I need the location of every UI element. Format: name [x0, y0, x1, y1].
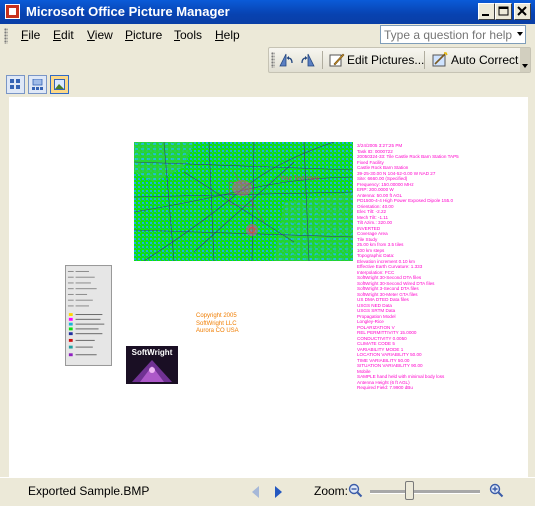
report-line: PD1500-4-4 High Power Exposed Dipole 155… [357, 198, 454, 203]
ask-question-input[interactable] [381, 26, 512, 43]
menu-file[interactable]: File [21, 28, 40, 42]
map-legend-image [65, 265, 112, 366]
maximize-button[interactable] [495, 3, 512, 20]
report-line: Required Field: 7.9900 dBu [357, 385, 413, 390]
report-line: 20050324-33: Tile Castle Rock Barn Stati… [357, 154, 459, 159]
single-picture-view-icon [54, 79, 65, 90]
next-picture-icon[interactable] [275, 486, 282, 498]
zoom-slider-track[interactable] [370, 490, 480, 494]
copyright-line: Aurora CO USA [196, 328, 239, 335]
edit-pictures-icon [329, 53, 345, 67]
auto-correct-icon [432, 52, 448, 67]
zoom-in-icon[interactable] [489, 483, 504, 498]
zoom-out-icon[interactable] [348, 483, 363, 498]
maximize-icon [498, 6, 509, 16]
picture-toolbar: Edit Pictures... Auto Correct [268, 47, 531, 73]
close-button[interactable] [514, 3, 531, 20]
copyright-line: Copyright 2005 [196, 313, 237, 319]
softwright-logo: SoftWright [126, 346, 178, 384]
minimize-icon [482, 14, 489, 16]
current-filename: Exported Sample.BMP [28, 484, 150, 498]
logo-text: SoftWright [131, 348, 173, 357]
minimize-button[interactable] [478, 3, 495, 20]
edit-pictures-button[interactable]: Edit Pictures... [347, 53, 424, 67]
zoom-slider-thumb[interactable] [405, 481, 415, 500]
auto-correct-button[interactable]: Auto Correct [451, 53, 518, 67]
menu-bar-grip[interactable] [4, 28, 8, 44]
toolbar-options-chevron[interactable] [520, 48, 530, 72]
ask-question-dropdown-icon[interactable] [517, 32, 523, 36]
menu-picture[interactable]: Picture [125, 28, 162, 42]
ask-question-box[interactable] [380, 25, 526, 44]
zoom-label: Zoom: [314, 484, 349, 498]
view-mode-bar [0, 73, 535, 97]
menu-edit[interactable]: Edit [53, 28, 74, 42]
status-bar: Exported Sample.BMP Zoom: [0, 477, 535, 506]
copyright-text: Copyright 2005 SoftWright LLC Aurora CO … [196, 313, 239, 336]
picture-manager-app-icon[interactable] [5, 4, 20, 19]
toolbar-grip[interactable] [271, 52, 275, 68]
menu-tools[interactable]: Tools [174, 28, 202, 42]
coverage-map-image: Your Text Here [134, 142, 353, 261]
thumbnail-view-icon [10, 79, 20, 89]
rotate-right-icon[interactable] [300, 52, 316, 68]
menu-help[interactable]: Help [215, 28, 240, 42]
coverage-report-text: 3/24/2005 3:27:25 PM Task ID: 0000722 2005… [357, 143, 467, 391]
thumbnail-view-button[interactable] [6, 75, 25, 94]
copyright-line: SoftWright LLC [196, 320, 237, 327]
close-icon [517, 6, 527, 16]
map-caption-text: Your Text Here [280, 176, 320, 182]
menu-view[interactable]: View [87, 28, 113, 42]
title-bar: Microsoft Office Picture Manager [0, 0, 535, 24]
toolbar-separator [322, 51, 323, 69]
previous-picture-icon[interactable] [252, 486, 259, 498]
window-title: Microsoft Office Picture Manager [26, 4, 230, 19]
rotate-left-icon[interactable] [278, 52, 294, 68]
filmstrip-view-button[interactable] [28, 75, 47, 94]
toolbar-separator [424, 51, 425, 69]
single-picture-view-button[interactable] [50, 75, 69, 94]
filmstrip-view-icon [32, 79, 43, 90]
